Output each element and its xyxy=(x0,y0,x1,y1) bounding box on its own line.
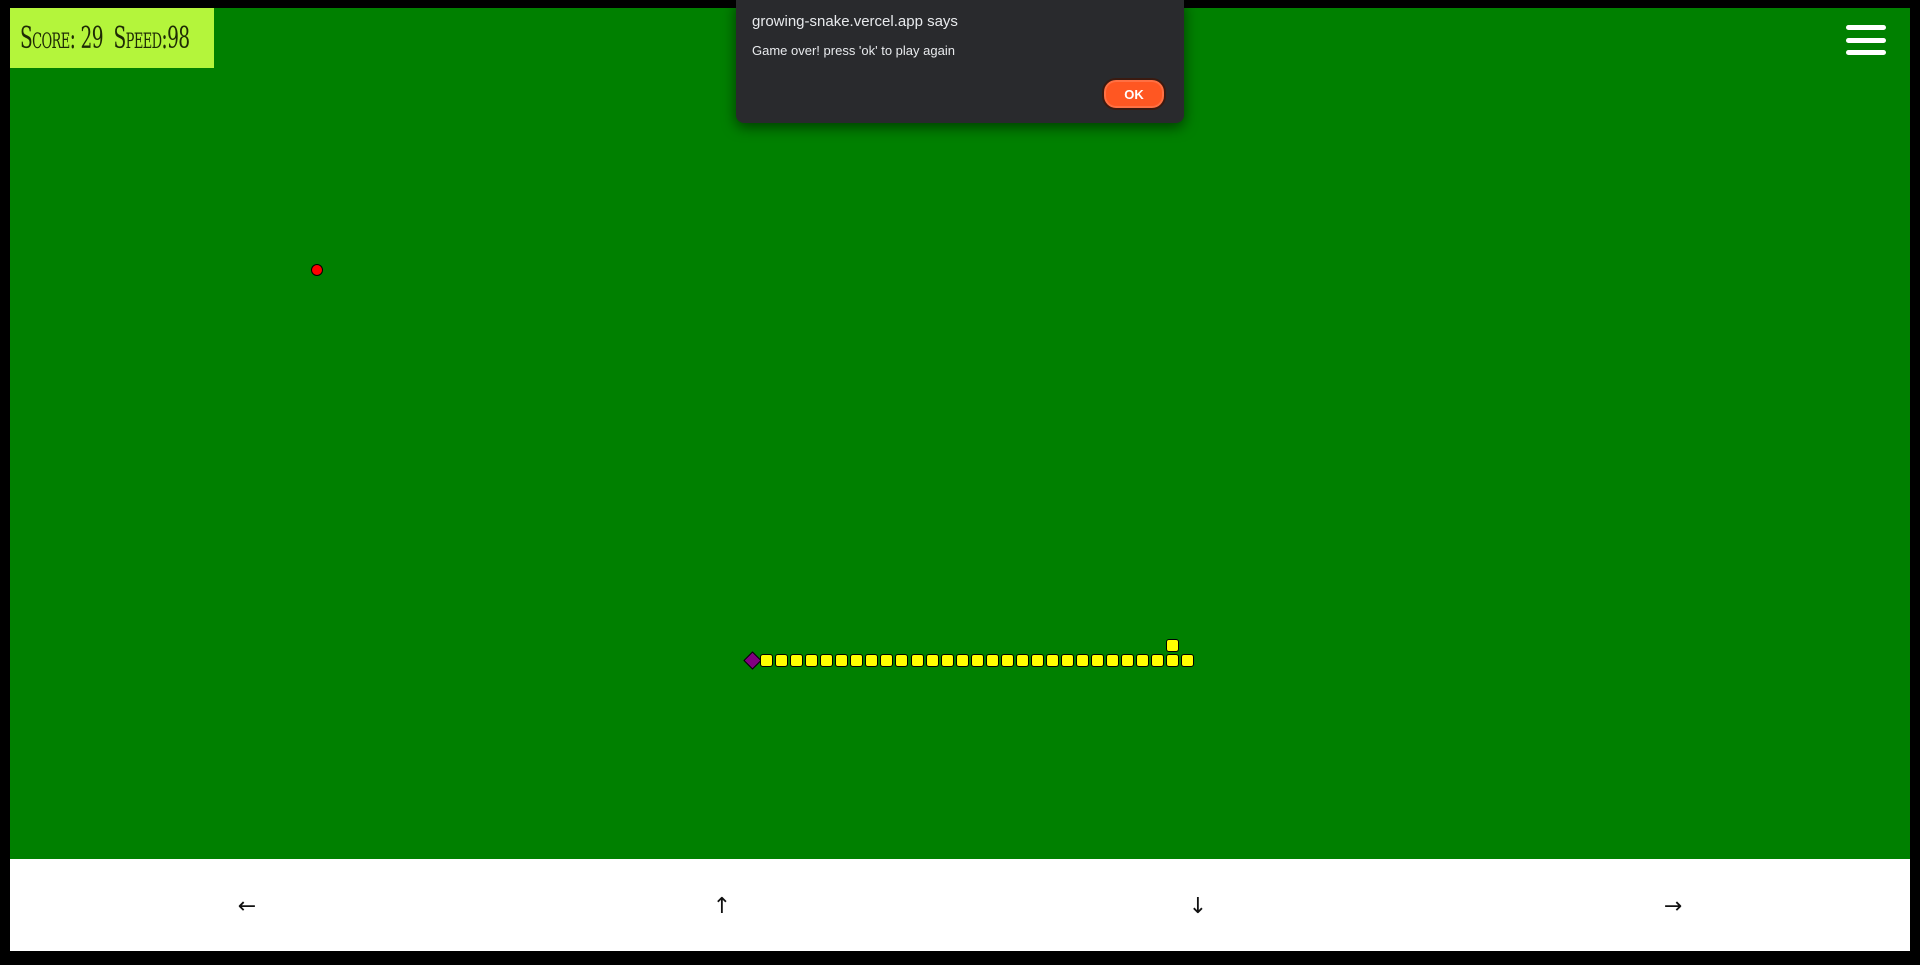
snake-segment xyxy=(1121,654,1134,667)
game-board xyxy=(10,8,1910,859)
menu-bar xyxy=(1846,25,1886,30)
score-value: 29 xyxy=(80,20,104,56)
snake-segment xyxy=(835,654,848,667)
snake-segment xyxy=(1166,654,1179,667)
food-pellet xyxy=(311,264,323,276)
snake-segment xyxy=(1106,654,1119,667)
snake-segment xyxy=(865,654,878,667)
down-arrow-button[interactable]: ↓ xyxy=(1181,889,1215,923)
snake-segment xyxy=(911,654,924,667)
snake-segment xyxy=(941,654,954,667)
speed-label: Speed: xyxy=(113,20,168,56)
snake-segment xyxy=(1061,654,1074,667)
snake-segment xyxy=(956,654,969,667)
dialog-title: growing-snake.vercel.app says xyxy=(752,13,958,30)
hamburger-menu-icon[interactable] xyxy=(1846,25,1886,55)
score-speed-readout: Score: 29 Speed:98 xyxy=(20,21,190,56)
snake-segment xyxy=(1001,654,1014,667)
ok-button[interactable]: OK xyxy=(1102,78,1166,110)
snake-segment xyxy=(1046,654,1059,667)
snake-segment xyxy=(880,654,893,667)
snake-segment xyxy=(971,654,984,667)
controls-bar: ← ↑ ↓ → xyxy=(10,859,1910,951)
up-arrow-button[interactable]: ↑ xyxy=(705,889,739,923)
snake-segment xyxy=(760,654,773,667)
dialog-message: Game over! press 'ok' to play again xyxy=(752,43,955,58)
speed-value: 98 xyxy=(167,20,190,56)
snake-segment xyxy=(1181,654,1194,667)
snake-segment xyxy=(790,654,803,667)
menu-bar xyxy=(1846,50,1886,55)
snake-segment xyxy=(895,654,908,667)
score-label: Score: xyxy=(20,20,76,56)
snake-segment xyxy=(986,654,999,667)
menu-bar xyxy=(1846,37,1886,43)
snake-segment xyxy=(850,654,863,667)
snake-segment xyxy=(1151,654,1164,667)
snake-segment xyxy=(805,654,818,667)
score-panel: Score: 29 Speed:98 xyxy=(10,8,214,68)
snake-segment xyxy=(926,654,939,667)
snake-segment xyxy=(1016,654,1029,667)
snake-segment xyxy=(775,654,788,667)
right-arrow-button[interactable]: → xyxy=(1656,889,1690,923)
alert-dialog: growing-snake.vercel.app says Game over!… xyxy=(736,0,1184,123)
snake-segment xyxy=(1076,654,1089,667)
left-arrow-button[interactable]: ← xyxy=(230,889,264,923)
snake-segment xyxy=(1166,639,1179,652)
snake-segment xyxy=(1091,654,1104,667)
snake-segment xyxy=(1136,654,1149,667)
snake-segment xyxy=(1031,654,1044,667)
snake-segment xyxy=(820,654,833,667)
